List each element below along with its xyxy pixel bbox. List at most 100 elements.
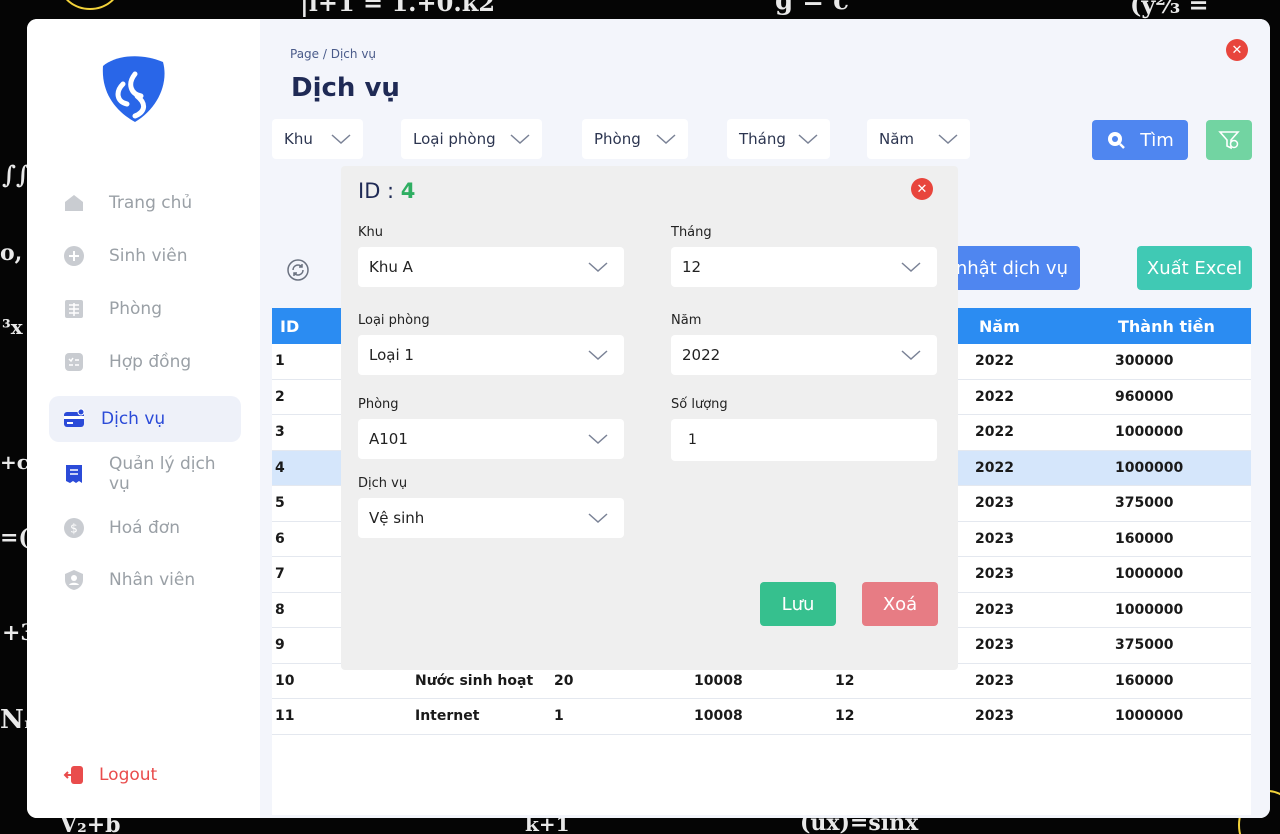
table-empty-space <box>272 734 1251 815</box>
table-cell-year: 2022 <box>975 459 1014 476</box>
table-cell-total: 960000 <box>1115 388 1174 405</box>
background-decoration: ∫∫ <box>2 160 30 189</box>
modal-close-button[interactable]: ✕ <box>911 178 933 200</box>
thang-label: Tháng <box>671 225 712 240</box>
home-icon <box>63 192 85 214</box>
sidebar-item-trang-chu[interactable]: Trang chủ <box>49 180 241 226</box>
table-cell-id: 5 <box>275 495 285 511</box>
filter-thang[interactable]: Tháng <box>727 119 830 159</box>
table-cell-qty: 20 <box>554 672 574 689</box>
sidebar-item-nhan-vien[interactable]: Nhân viên <box>49 557 241 603</box>
card-icon <box>63 408 85 430</box>
table-cell-year: 2023 <box>975 637 1014 653</box>
search-icon <box>1108 132 1126 149</box>
table-cell-year: 2022 <box>975 353 1014 369</box>
sidebar-item-hoa-don[interactable]: $ Hoá đơn <box>49 505 241 551</box>
table-cell-qty: 1 <box>554 708 564 724</box>
chevron-down-icon <box>331 134 351 145</box>
table-cell-id: 6 <box>275 530 285 547</box>
page-title: Dịch vụ <box>291 73 400 103</box>
filter-loai-phong[interactable]: Loại phòng <box>401 119 542 159</box>
table-cell-id: 7 <box>275 566 285 582</box>
so-luong-label: Số lượng <box>671 397 728 412</box>
table-cell-room: 10008 <box>694 672 743 689</box>
table-row[interactable]: 11 Internet 1 10008 12 2023 1000000 <box>272 699 1251 735</box>
update-service-label: Cập nhật dịch vụ <box>949 257 1068 279</box>
search-button-label: Tìm <box>1140 129 1174 151</box>
plus-circle-icon <box>63 245 85 267</box>
clear-filter-button[interactable] <box>1206 120 1252 160</box>
chevron-down-icon <box>588 262 608 273</box>
edit-service-modal: ID : 4 ✕ Khu Khu A Loại phòng Loại 1 Phò… <box>341 166 958 670</box>
sidebar-item-hop-dong[interactable]: Hợp đồng <box>49 339 241 385</box>
modal-title: ID : 4 <box>358 179 415 203</box>
sidebar-item-label: Trang chủ <box>109 193 193 213</box>
table-cell-total: 375000 <box>1115 495 1174 511</box>
refresh-icon[interactable] <box>286 258 310 282</box>
logout-button[interactable]: Logout <box>63 764 157 786</box>
table-cell-year: 2022 <box>975 424 1014 440</box>
logout-label: Logout <box>99 765 158 785</box>
table-cell-id: 10 <box>275 672 295 689</box>
thang-select[interactable]: 12 <box>671 247 937 287</box>
sidebar-item-quan-ly-dich-vu[interactable]: Quản lý dịch vụ <box>49 451 241 497</box>
so-luong-value: 1 <box>688 432 697 448</box>
table-cell-year: 2023 <box>975 495 1014 511</box>
table-cell-year: 2023 <box>975 708 1014 724</box>
so-luong-input[interactable]: 1 <box>671 419 937 461</box>
loai-phong-value: Loại 1 <box>369 346 414 364</box>
filter-khu[interactable]: Khu <box>272 119 363 159</box>
nam-label: Năm <box>671 313 702 328</box>
table-cell-total: 160000 <box>1115 672 1174 689</box>
thang-value: 12 <box>682 258 702 276</box>
building-icon <box>63 298 85 320</box>
khu-select[interactable]: Khu A <box>358 247 624 287</box>
dich-vu-select[interactable]: Vệ sinh <box>358 498 624 538</box>
sidebar: Trang chủ Sinh viên Phòng Hợp đồng Dịch … <box>27 19 260 818</box>
loai-phong-label: Loại phòng <box>358 313 430 328</box>
sidebar-item-label: Nhân viên <box>109 570 196 590</box>
delete-button-label: Xoá <box>882 593 918 615</box>
table-cell-year: 2022 <box>975 388 1014 405</box>
chevron-down-icon <box>901 350 921 361</box>
table-cell-room: 10008 <box>694 708 743 724</box>
table-cell-id: 9 <box>275 637 285 653</box>
nam-value: 2022 <box>682 346 721 364</box>
filter-nam[interactable]: Năm <box>867 119 970 159</box>
background-decoration: |i+1 = 1.+0.k2 <box>300 0 496 17</box>
update-service-button[interactable]: Cập nhật dịch vụ <box>949 246 1080 290</box>
save-button-label: Lưu <box>781 593 815 615</box>
khu-value: Khu A <box>369 258 413 276</box>
sidebar-item-sinh-vien[interactable]: Sinh viên <box>49 233 241 279</box>
logout-icon <box>63 766 83 784</box>
filter-phong[interactable]: Phòng <box>582 119 688 159</box>
close-button[interactable]: ✕ <box>1226 39 1248 61</box>
save-button[interactable]: Lưu <box>760 582 836 626</box>
column-header-id: ID <box>280 317 300 336</box>
dich-vu-label: Dịch vụ <box>358 476 408 491</box>
phong-select[interactable]: A101 <box>358 419 624 459</box>
filter-label: Khu <box>284 130 313 148</box>
filter-label: Tháng <box>739 130 786 148</box>
delete-button[interactable]: Xoá <box>862 582 938 626</box>
nam-select[interactable]: 2022 <box>671 335 937 375</box>
background-decoration: =( <box>0 525 29 551</box>
sidebar-item-dich-vu[interactable]: Dịch vụ <box>49 396 241 442</box>
background-decoration: g = c <box>775 0 849 16</box>
dich-vu-value: Vệ sinh <box>369 509 425 527</box>
background-decoration: o, <box>0 240 23 266</box>
table-cell-id: 3 <box>275 424 285 440</box>
chevron-down-icon <box>588 434 608 445</box>
background-decoration: ³x <box>2 315 23 339</box>
chevron-down-icon <box>510 134 530 145</box>
breadcrumb: Page / Dịch vụ <box>290 47 377 61</box>
export-excel-button[interactable]: Xuất Excel <box>1137 246 1252 290</box>
loai-phong-select[interactable]: Loại 1 <box>358 335 624 375</box>
search-button[interactable]: Tìm <box>1092 120 1188 160</box>
filter-label: Năm <box>879 130 915 148</box>
table-cell-year: 2023 <box>975 601 1014 618</box>
khu-label: Khu <box>358 225 384 240</box>
sidebar-item-phong[interactable]: Phòng <box>49 286 241 332</box>
table-cell-total: 375000 <box>1115 637 1174 653</box>
table-cell-year: 2023 <box>975 566 1014 582</box>
